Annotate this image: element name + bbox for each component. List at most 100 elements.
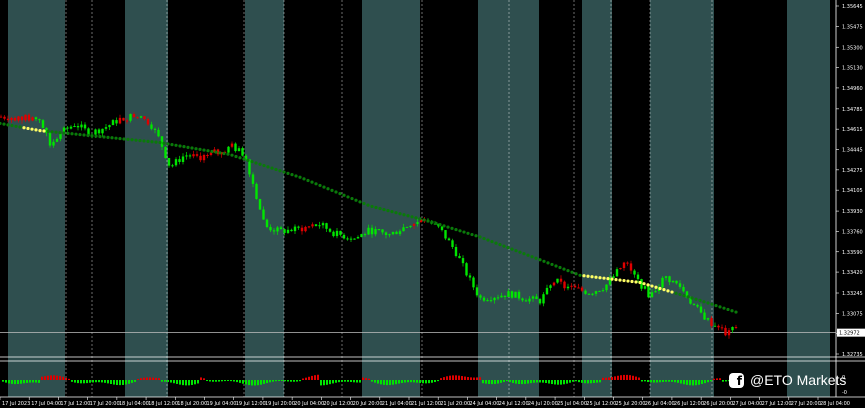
candle-body: [199, 155, 202, 161]
moving-average-dot: [350, 196, 354, 201]
histogram-bar: [242, 380, 244, 384]
candle-body: [262, 209, 265, 220]
histogram-bar: [5, 380, 7, 383]
candle-body: [195, 154, 199, 156]
candle-body: [370, 227, 374, 235]
histogram-bar: [50, 375, 52, 380]
histogram-bar: [107, 380, 109, 384]
moving-average-dot: [374, 205, 378, 210]
histogram-bar: [35, 380, 37, 383]
histogram-bar: [470, 377, 472, 380]
candle-body: [668, 276, 671, 283]
candle-body: [73, 126, 76, 128]
moving-average-dot: [342, 193, 346, 197]
candle-body: [710, 318, 713, 326]
histogram-bar: [371, 380, 373, 382]
histogram-bar: [725, 380, 727, 382]
price-tick-label: 1.35475: [842, 24, 863, 30]
moving-average-dot: [282, 170, 286, 174]
moving-average-dot: [406, 214, 410, 218]
moving-average-dot: [242, 157, 246, 161]
moving-average-dot: [318, 183, 322, 188]
histogram-bar: [368, 378, 370, 380]
candle-body: [696, 304, 699, 307]
candle-body: [143, 116, 146, 120]
candle-body: [367, 227, 370, 235]
histogram-bar: [116, 380, 118, 385]
moving-average-dot: [534, 256, 538, 260]
histogram-bar: [503, 380, 505, 382]
histogram-bar: [14, 380, 16, 385]
histogram-bar: [173, 380, 175, 384]
histogram-bar: [545, 380, 547, 384]
histogram-bar: [401, 380, 403, 383]
signal-dot: [650, 284, 654, 288]
histogram-bar: [278, 380, 280, 382]
candle-body: [318, 225, 321, 227]
candle-body: [27, 114, 31, 121]
candle-body: [626, 262, 629, 264]
candle-body: [619, 268, 622, 270]
time-label: 18 Jul 04:00: [119, 401, 149, 407]
candle-body: [479, 295, 482, 298]
candle-body: [594, 291, 598, 294]
candle-body: [111, 120, 115, 126]
signal-dot: [662, 288, 666, 292]
moving-average-dot: [186, 145, 190, 149]
session-band: [787, 0, 830, 397]
eto-markets-watermark: f @ETO Markets: [729, 372, 846, 388]
histogram-bar: [536, 380, 538, 383]
candle-body: [66, 127, 69, 129]
candle-body: [3, 116, 6, 119]
candle-body: [605, 284, 608, 291]
moving-average-dot: [686, 295, 690, 299]
histogram-bar: [467, 377, 469, 380]
histogram-bar: [641, 380, 643, 382]
price-chart[interactable]: 1.35645 1.35475 1.35300 1.35130 1.34960 1.347…: [0, 0, 865, 408]
histogram-bar: [341, 380, 343, 382]
histogram-bar: [323, 380, 325, 386]
candle-body: [580, 287, 584, 291]
moving-average-dot: [578, 273, 582, 277]
candle-body: [360, 234, 363, 238]
histogram-bar: [716, 378, 718, 380]
time-label: 25 Jul 12:00: [586, 401, 616, 407]
time-label: 27 Jul 04:00: [732, 401, 762, 407]
histogram-bar: [59, 376, 61, 380]
candle-body: [251, 174, 255, 184]
moving-average-dot: [90, 134, 94, 138]
candle-body: [311, 224, 314, 227]
histogram-bar: [617, 375, 619, 380]
histogram-bar: [254, 380, 256, 386]
signal-dot: [34, 128, 38, 132]
histogram-bar: [182, 380, 184, 386]
histogram-bar: [602, 377, 604, 380]
moving-average-dot: [54, 130, 58, 134]
candle-body: [503, 295, 507, 298]
moving-average-dot: [494, 241, 498, 245]
candle-body: [356, 237, 360, 239]
moving-average-dot: [430, 220, 434, 224]
candle-body: [671, 280, 675, 283]
candle-body: [636, 274, 640, 280]
candle-body: [374, 229, 377, 235]
candle-body: [633, 270, 636, 275]
histogram-bar: [509, 380, 511, 383]
histogram-bar: [146, 377, 148, 380]
histogram-bar: [362, 377, 364, 380]
histogram-bar: [485, 380, 487, 384]
candle-body: [332, 231, 335, 237]
candle-body: [493, 297, 496, 301]
moving-average-dot: [146, 139, 150, 143]
histogram-bar: [455, 375, 457, 380]
histogram-bar: [701, 380, 703, 384]
price-tick-label: 1.33930: [842, 209, 863, 215]
signal-dot: [594, 275, 598, 279]
histogram-bar: [68, 378, 70, 380]
histogram-bar: [452, 375, 454, 380]
histogram-bar: [89, 380, 91, 383]
time-label: 21 Jul 04:00: [382, 401, 412, 407]
signal-dot: [638, 280, 642, 285]
moving-average-dot: [62, 131, 66, 135]
histogram-bar: [599, 380, 601, 383]
